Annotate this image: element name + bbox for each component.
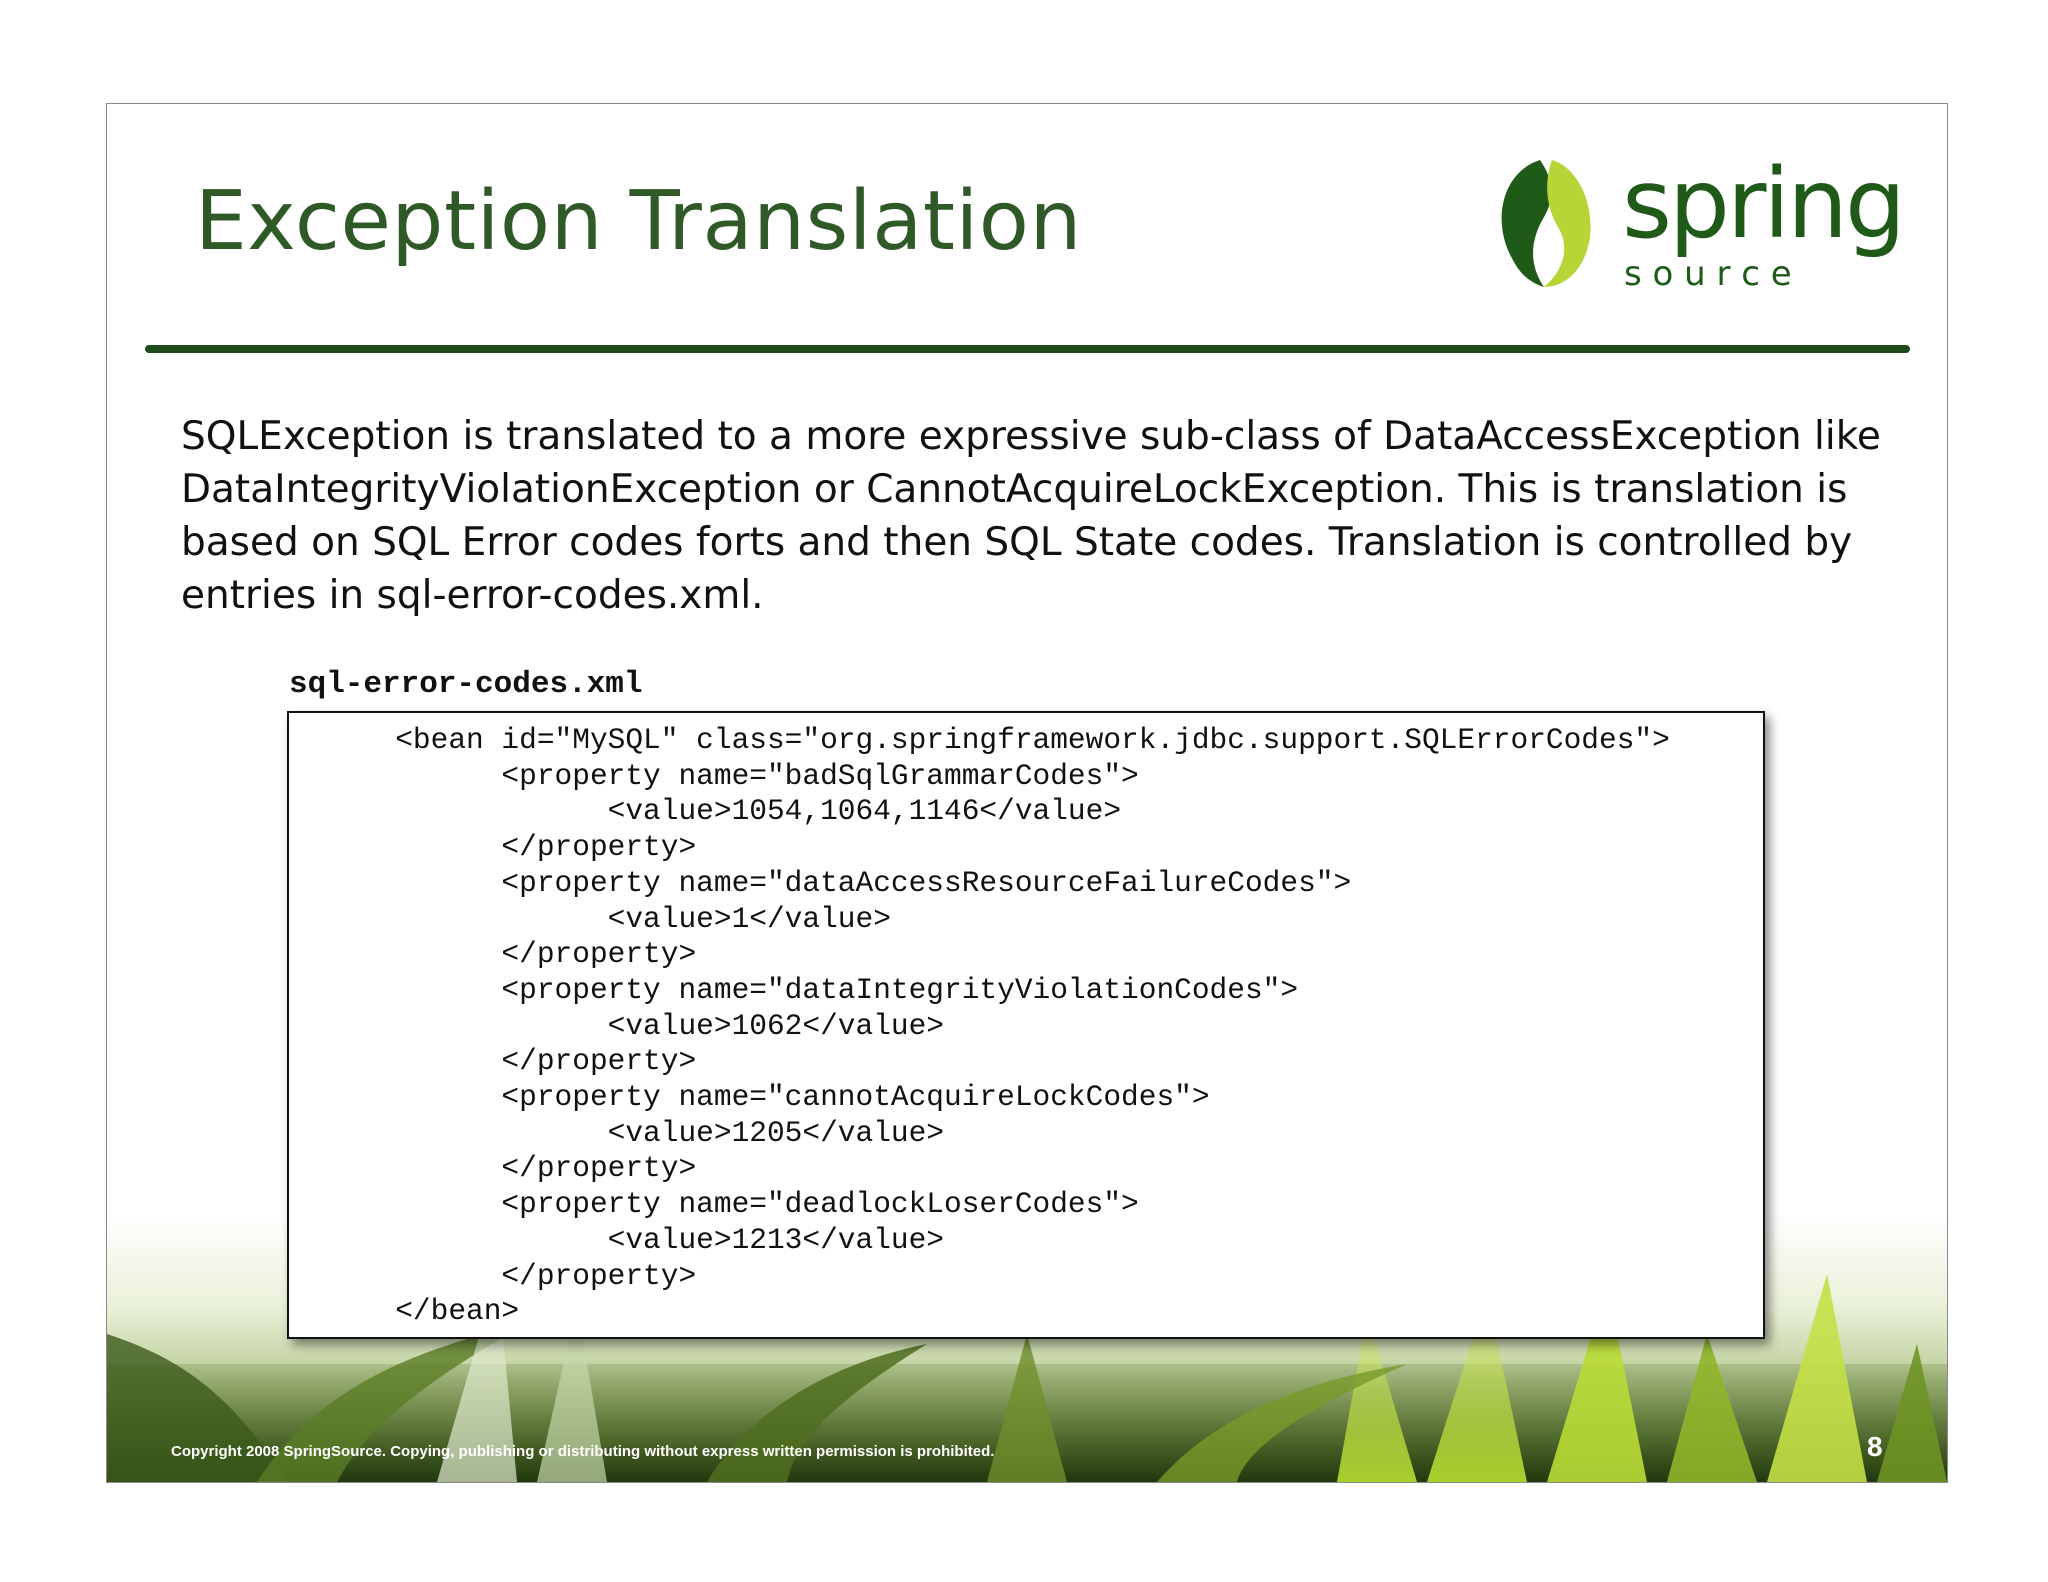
code-line: </property> [289, 830, 697, 865]
code-line: <property name="dataAccessResourceFailur… [289, 865, 1352, 900]
code-line: <property name="badSqlGrammarCodes"> [289, 758, 1139, 793]
code-line: <value>1062</value> [289, 1008, 945, 1043]
page-number: 8 [1867, 1431, 1883, 1462]
code-line: <property name="dataIntegrityViolationCo… [289, 972, 1299, 1007]
code-line: <property name="deadlockLoserCodes"> [289, 1187, 1139, 1222]
footer-copyright: Copyright 2008 SpringSource. Copying, pu… [171, 1443, 995, 1460]
code-line: </property> [289, 937, 697, 972]
code-line: <value>1213</value> [289, 1222, 945, 1257]
code-line: <bean id="MySQL" class="org.springframew… [289, 723, 1670, 757]
code-block: <bean id="MySQL" class="org.springframew… [287, 711, 1765, 1339]
logo-wordmark: spring [1622, 148, 1903, 260]
leaf-icon [1501, 160, 1591, 287]
code-line: <property name="cannotAcquireLockCodes"> [289, 1080, 1210, 1115]
body-paragraph: SQLException is translated to a more exp… [181, 414, 1881, 618]
code-line: <value>1</value> [289, 901, 891, 936]
code-filename-label: sql-error-codes.xml [289, 667, 643, 702]
code-line: <value>1054,1064,1146</value> [289, 794, 1122, 829]
code-line: </bean> [289, 1294, 520, 1329]
code-line: </property> [289, 1258, 697, 1293]
title-divider [145, 345, 1910, 353]
slide-title: Exception Translation [195, 174, 1082, 269]
code-line: <value>1205</value> [289, 1115, 945, 1150]
code-line: </property> [289, 1044, 697, 1079]
code-lines: <bean id="MySQL" class="org.springframew… [289, 723, 1670, 1330]
springsource-logo: spring s o u r c e [1501, 148, 1906, 294]
slide: Exception Translation spring s o u r c e… [106, 103, 1948, 1483]
logo-subword: s o u r c e [1624, 254, 1792, 294]
code-line: </property> [289, 1151, 697, 1186]
